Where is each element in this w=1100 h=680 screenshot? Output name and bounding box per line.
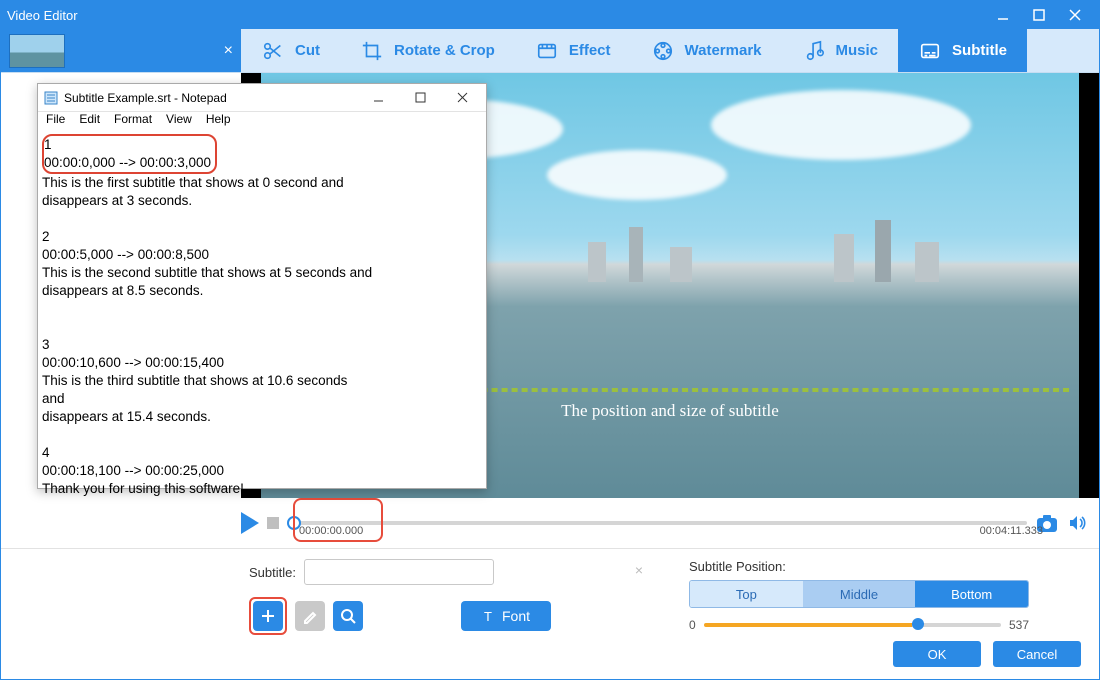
reel-icon [651,39,675,63]
titlebar: Video Editor [1,1,1099,29]
tab-watermark[interactable]: Watermark [631,29,782,72]
notepad-menu-view[interactable]: View [166,112,192,132]
position-option-top[interactable]: Top [690,581,803,607]
tab-subtitle[interactable]: Subtitle [898,29,1027,72]
notepad-body-rest: This is the first subtitle that shows at… [38,174,486,498]
subtitle-text-input[interactable] [304,559,494,585]
notepad-menu-help[interactable]: Help [206,112,231,132]
volume-button[interactable] [1067,513,1087,533]
annotation-highlight-add [249,597,287,635]
crop-icon [360,39,384,63]
tab-label: Subtitle [952,42,1007,59]
tab-label: Music [836,42,879,59]
position-slider[interactable] [704,623,1001,627]
tab-music[interactable]: Music [782,29,899,72]
stop-button[interactable] [267,517,279,529]
clip-close-icon[interactable]: × [224,42,233,60]
ok-button[interactable]: OK [893,641,981,667]
edit-subtitle-button[interactable] [295,601,325,631]
tab-cut[interactable]: Cut [241,29,340,72]
music-icon [802,39,826,63]
clip-thumbnail-cell[interactable]: × [1,29,241,72]
scissors-icon [261,39,285,63]
notepad-titlebar[interactable]: Subtitle Example.srt - Notepad [38,84,486,112]
tab-effect[interactable]: Effect [515,29,631,72]
position-slider-thumb[interactable] [912,618,924,630]
svg-text:T: T [484,609,492,623]
annotation-highlight-srt: 100:00:0,000 --> 00:00:3,000 [42,134,217,174]
close-button[interactable] [1057,1,1093,29]
notepad-app-icon [44,91,58,105]
clip-thumbnail [9,34,65,68]
tab-label: Watermark [685,42,762,59]
notepad-minimize-button[interactable] [360,85,396,111]
maximize-button[interactable] [1021,1,1057,29]
play-button[interactable] [241,512,259,534]
main-toolbar: Cut Rotate & Crop Effect Watermark Music… [241,29,1099,72]
cancel-button[interactable]: Cancel [993,641,1081,667]
minimize-button[interactable] [985,1,1021,29]
notepad-title: Subtitle Example.srt - Notepad [64,91,354,105]
subtitle-input-label: Subtitle: [249,565,296,580]
font-button-label: Font [502,608,530,624]
notepad-menu-format[interactable]: Format [114,112,152,132]
window-title: Video Editor [7,8,78,23]
film-icon [535,39,559,63]
notepad-maximize-button[interactable] [402,85,438,111]
transport-bar: 00:00:00.000 00:04:11.333 [1,498,1099,548]
notepad-menu-file[interactable]: File [46,112,65,132]
search-subtitle-button[interactable] [333,601,363,631]
subtitle-icon [918,39,942,63]
notepad-menu: File Edit Format View Help [38,112,486,132]
clear-input-icon[interactable]: × [635,562,643,578]
tab-label: Rotate & Crop [394,42,495,59]
tab-label: Effect [569,42,611,59]
notepad-text-area[interactable]: 100:00:0,000 --> 00:00:3,000This is the … [38,132,486,498]
position-label: Subtitle Position: [689,559,1029,574]
slider-max-label: 537 [1009,618,1029,632]
position-option-bottom[interactable]: Bottom [915,581,1028,607]
tab-label: Cut [295,42,320,59]
seek-slider[interactable] [287,521,1027,525]
notepad-close-button[interactable] [444,85,480,111]
current-time-label: 00:00:00.000 [299,525,363,537]
position-segmented-control: Top Middle Bottom [689,580,1029,608]
tab-rotate-crop[interactable]: Rotate & Crop [340,29,515,72]
notepad-window[interactable]: Subtitle Example.srt - Notepad File Edit… [37,83,487,489]
add-subtitle-button[interactable] [253,601,283,631]
toolbar-row: × Cut Rotate & Crop Effect Watermark Mus… [1,29,1099,73]
position-option-middle[interactable]: Middle [803,581,916,607]
slider-min-label: 0 [689,618,696,632]
total-time-label: 00:04:11.333 [980,525,1043,537]
notepad-menu-edit[interactable]: Edit [79,112,100,132]
font-button[interactable]: T Font [461,601,551,631]
